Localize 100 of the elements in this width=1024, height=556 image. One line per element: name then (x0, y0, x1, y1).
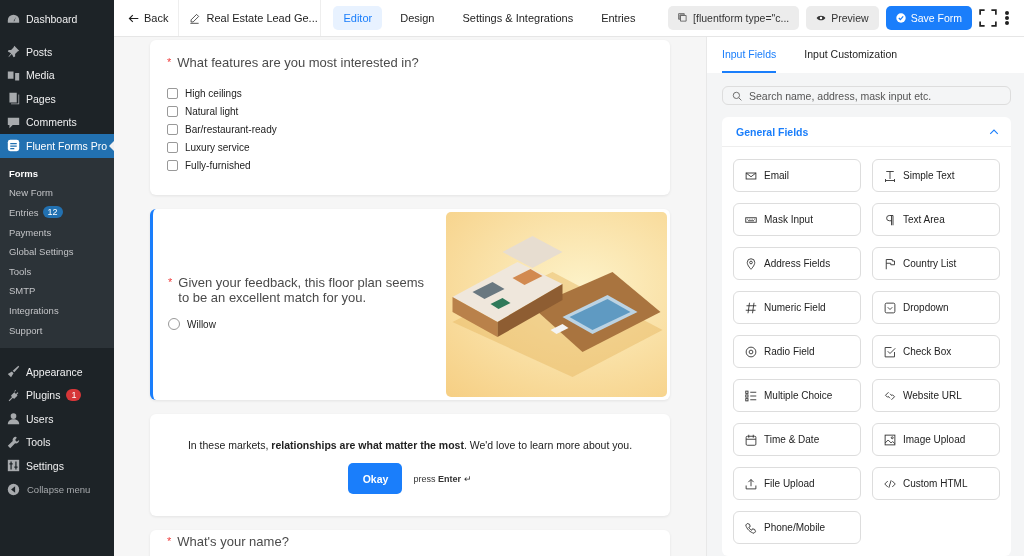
okay-button[interactable]: Okay (348, 463, 403, 494)
checkbox[interactable] (167, 141, 178, 153)
pencil-icon (189, 12, 201, 24)
location-pin-icon (745, 257, 757, 270)
pushpin-icon (7, 45, 20, 59)
question-text: Given your feedback, this floor plan seems to be an excellent match for you. (178, 275, 425, 306)
field-button[interactable]: Address Fields (733, 247, 861, 280)
sidebar-item[interactable]: Comments (0, 110, 114, 134)
hash-icon (745, 301, 757, 314)
submenu-item[interactable]: Entries 12 (0, 202, 114, 223)
sliders-icon (7, 459, 20, 473)
submenu-item[interactable]: Tools (0, 261, 114, 282)
image-icon (884, 433, 896, 446)
sidebar-item[interactable]: Tools (0, 430, 114, 454)
sidebar-item[interactable]: Fluent Forms Pro (0, 134, 114, 158)
arrow-left-icon (128, 12, 139, 24)
option-label: Luxury service (185, 141, 250, 153)
question-text: What's your name? (177, 535, 289, 550)
collapse-menu-button[interactable]: Collapse menu (0, 477, 114, 502)
preview-button[interactable]: Preview (806, 6, 879, 30)
text-cursor-icon (884, 169, 896, 182)
checkbox[interactable] (167, 123, 178, 135)
notification-badge: 1 (66, 389, 82, 402)
sidebar-item[interactable]: Dashboard (0, 6, 114, 32)
checkbox-icon (884, 345, 896, 358)
submenu-item[interactable]: Integrations (0, 300, 114, 321)
copy-icon (678, 13, 689, 23)
statement-text: In these markets, relationships are what matter the most. We'd love to learn more about you. (187, 439, 633, 451)
sidebar-item[interactable]: Pages (0, 87, 114, 111)
option-label: Willow (187, 318, 216, 330)
editor-tab[interactable]: Design (390, 6, 445, 30)
option-label: Fully-furnished (185, 159, 251, 171)
option-label: High ceilings (185, 88, 242, 100)
field-button[interactable]: Dropdown (872, 291, 1000, 324)
field-button[interactable]: Check Box (872, 335, 1000, 368)
question-text: What features are you most interested in? (177, 56, 419, 71)
panel-tab[interactable]: Input Customization (804, 37, 898, 73)
field-button[interactable]: Custom HTML (872, 467, 1000, 500)
checkbox[interactable] (167, 88, 178, 100)
field-button[interactable]: Numeric Field (733, 291, 861, 324)
pilcrow-icon (884, 213, 896, 226)
media-icon (7, 68, 20, 82)
submenu-item[interactable]: Global Settings (0, 241, 114, 262)
sidebar-item[interactable]: Appearance (0, 359, 114, 384)
group-header[interactable]: General Fields (722, 117, 1011, 147)
field-button[interactable]: Mask Input (733, 203, 861, 236)
speech-bubble-icon (7, 115, 20, 129)
more-options-icon[interactable] (1004, 10, 1010, 26)
submenu-item[interactable]: New Form (0, 183, 114, 203)
editor-tab[interactable]: Settings & Integrations (452, 6, 584, 30)
field-button[interactable]: Multiple Choice (733, 379, 861, 412)
save-form-button[interactable]: Save Form (885, 6, 972, 30)
check-circle-icon (895, 13, 906, 23)
paintbrush-icon (7, 365, 20, 379)
form-icon (7, 139, 20, 153)
field-button[interactable]: Text Area (872, 203, 1000, 236)
panel-tab[interactable]: Input Fields (722, 37, 777, 73)
editor-tab[interactable]: Entries (591, 6, 646, 30)
field-button[interactable]: Website URL (872, 379, 1000, 412)
submenu-item[interactable]: Support (0, 320, 114, 340)
envelope-icon (745, 169, 757, 182)
field-button[interactable]: Simple Text (872, 159, 1000, 192)
checkbox[interactable] (167, 106, 178, 118)
submenu-item[interactable]: SMTP (0, 281, 114, 301)
search-icon (732, 90, 742, 101)
sidebar-item[interactable]: Media (0, 63, 114, 87)
submenu-item[interactable]: Payments (0, 222, 114, 242)
checkbox[interactable] (167, 159, 178, 171)
required-mark: * (167, 56, 172, 69)
gauge-icon (7, 12, 20, 26)
radio-icon (745, 345, 757, 358)
required-mark: * (168, 275, 173, 289)
editor-tab[interactable]: Editor (333, 6, 383, 30)
field-button[interactable]: Phone/Mobile (733, 511, 861, 544)
option-label: Natural light (185, 106, 239, 118)
dropdown-icon (884, 301, 896, 314)
sidebar-item[interactable]: Users (0, 406, 114, 431)
field-button[interactable]: Image Upload (872, 423, 1000, 456)
keyboard-hint: press Enter ↵ (413, 473, 472, 484)
fullscreen-icon (979, 9, 997, 27)
field-button[interactable]: Email (733, 159, 861, 192)
sidebar-item[interactable]: Posts (0, 40, 114, 64)
submenu-item[interactable]: Forms (0, 163, 114, 184)
option-label: Bar/restaurant-ready (185, 123, 277, 135)
back-button[interactable]: Back (114, 0, 180, 36)
group-title: General Fields (736, 125, 809, 138)
search-field[interactable]: Search name, address, mask input etc. (722, 86, 1011, 105)
eye-icon (816, 13, 827, 23)
field-button[interactable]: Time & Date (733, 423, 861, 456)
field-button[interactable]: Radio Field (733, 335, 861, 368)
field-button[interactable]: File Upload (733, 467, 861, 500)
count-badge: 12 (42, 206, 63, 219)
flag-icon (884, 257, 896, 270)
shortcode-button[interactable]: [fluentform type="c... (668, 6, 800, 30)
upload-icon (745, 477, 757, 490)
sidebar-item[interactable]: Settings (0, 453, 114, 478)
pages-icon (7, 92, 20, 106)
field-button[interactable]: Country List (872, 247, 1000, 280)
sidebar-item[interactable]: Plugins 1 (0, 383, 114, 407)
collapse-icon (7, 482, 20, 496)
